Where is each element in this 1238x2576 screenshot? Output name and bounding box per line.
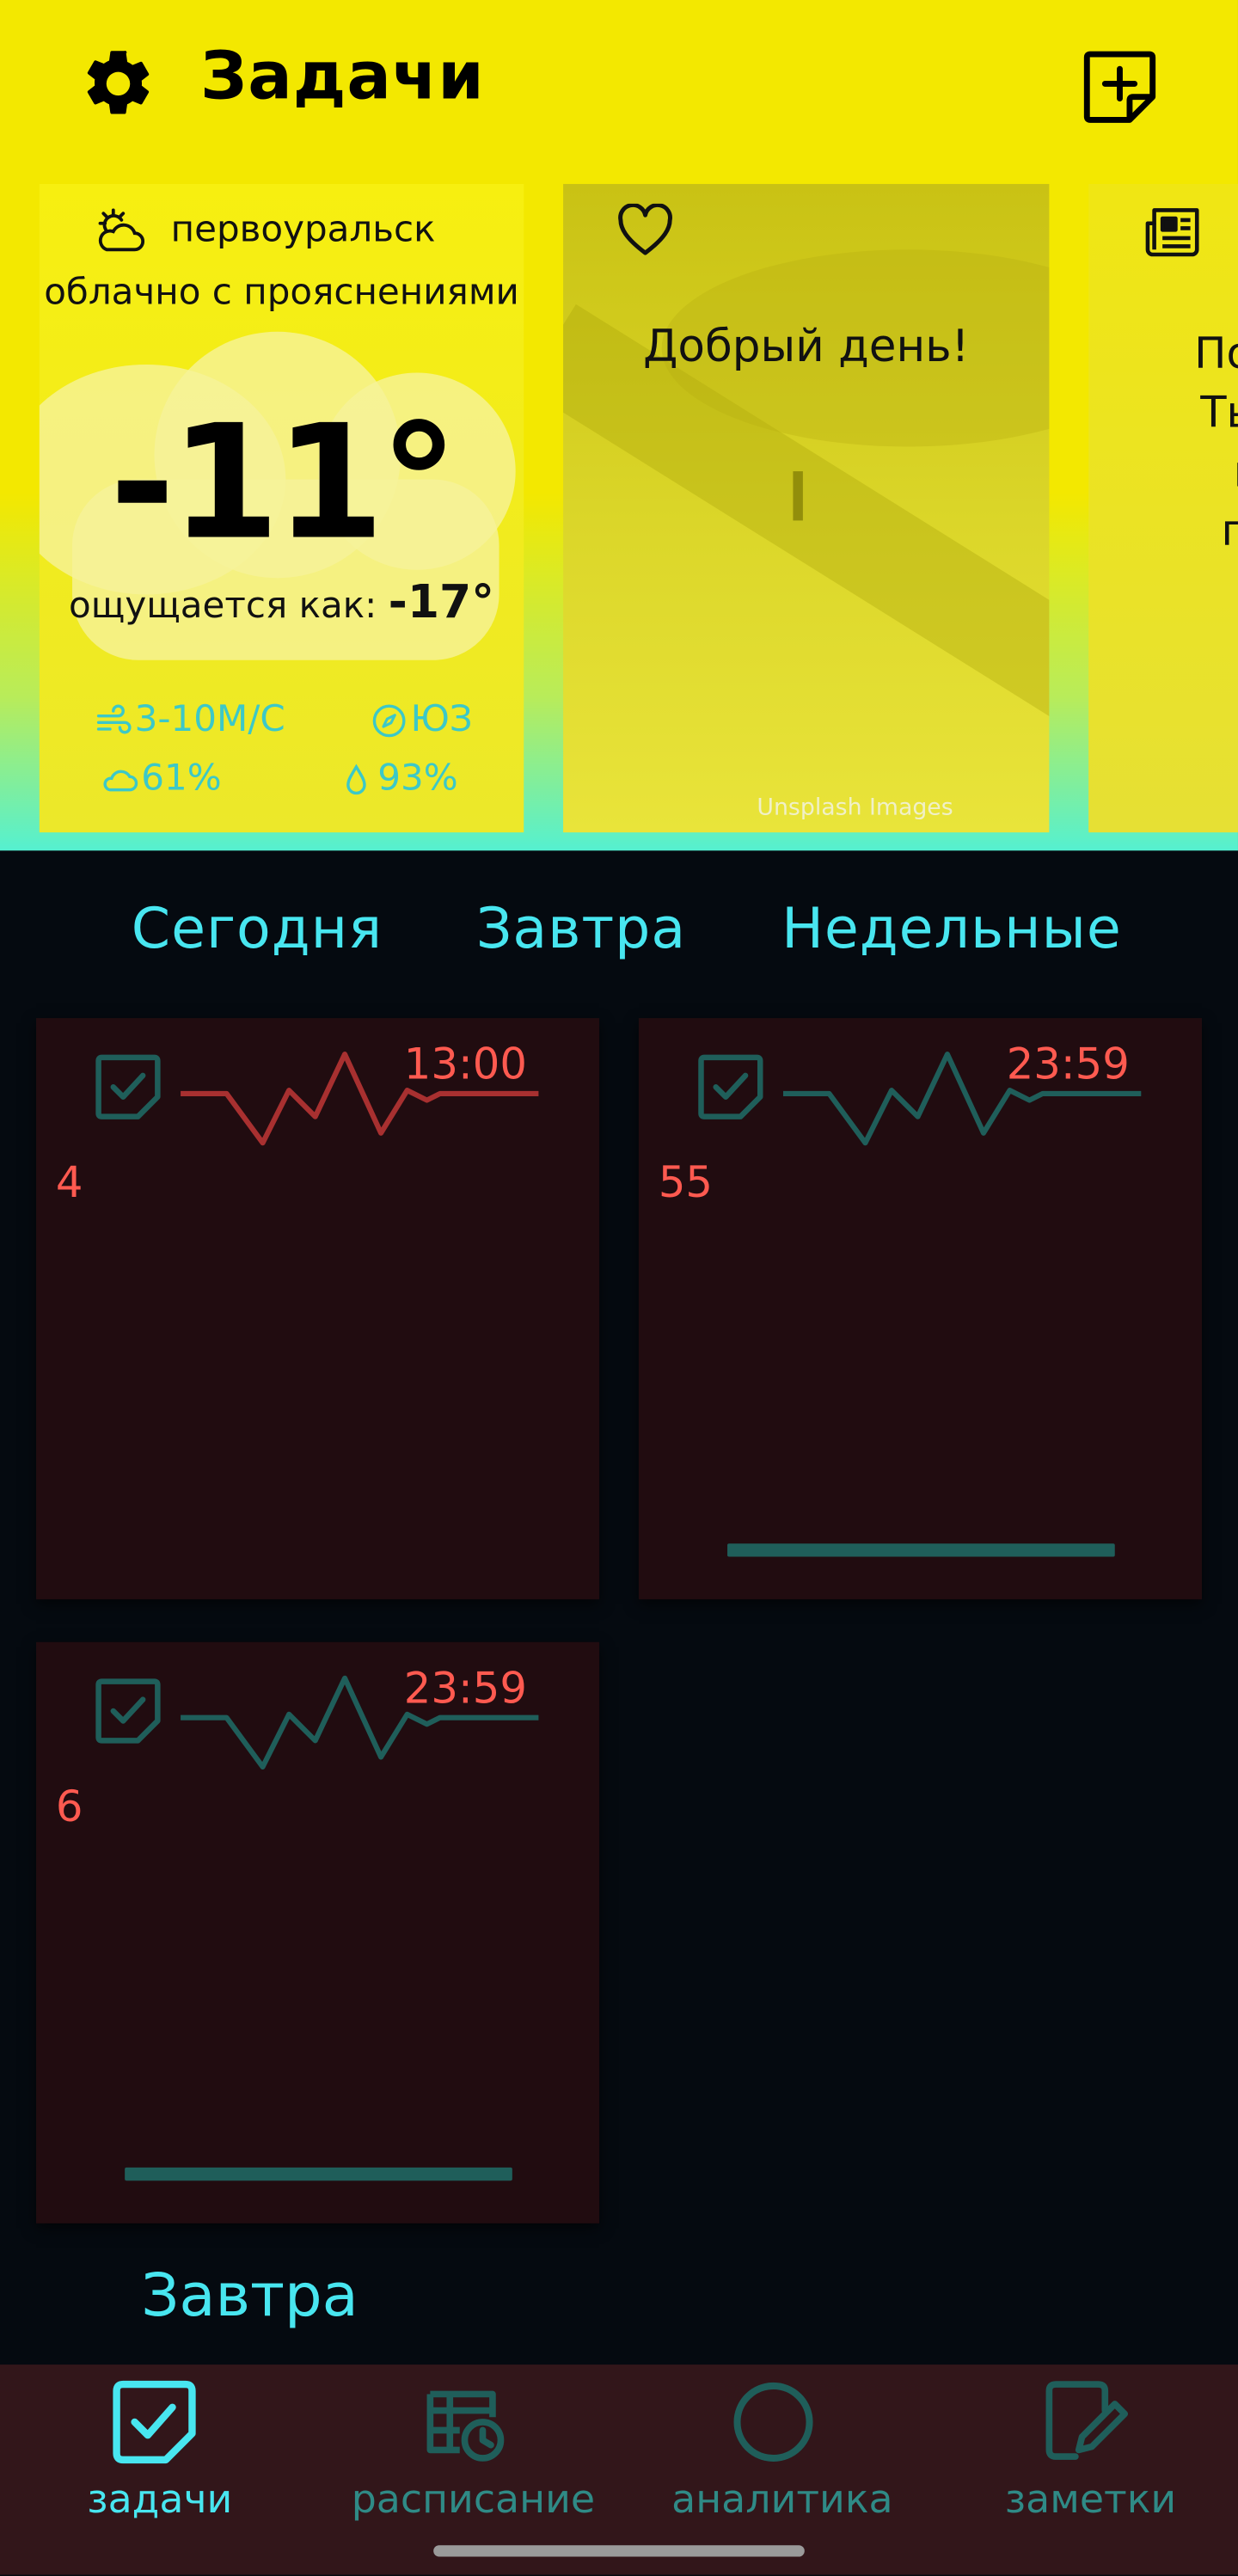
feels-like-value: -17° xyxy=(388,574,494,629)
top-bar: Задачи xyxy=(0,0,1238,164)
wind-direction-value: ЮЗ xyxy=(410,699,473,741)
app-screen: Задачи первоуральск облачно с прояснения… xyxy=(0,0,1238,2575)
header-area: Задачи первоуральск облачно с прояснения… xyxy=(0,0,1238,851)
task-check-icon[interactable] xyxy=(92,1675,164,1747)
nav-label: заметки xyxy=(1004,2475,1177,2523)
wind-icon xyxy=(96,703,132,733)
cloudiness-value: 61% xyxy=(141,758,222,800)
news-text: Позда Ты те мо при xyxy=(1099,325,1238,561)
cloudiness: 61% xyxy=(101,758,222,800)
nav-label: задачи xyxy=(87,2475,233,2523)
greeting-text: Добрый день! xyxy=(643,322,970,373)
heart-icon[interactable] xyxy=(616,203,675,260)
task-count: 4 xyxy=(55,1159,83,1209)
weather-feels-like: ощущается как: -17° xyxy=(40,574,524,629)
task-count: 6 xyxy=(55,1783,83,1833)
task-deadline: 23:59 xyxy=(403,1665,527,1714)
news-line: Позда xyxy=(1194,329,1238,380)
wind-speed-value: 3-10М/С xyxy=(134,699,285,741)
partly-cloudy-icon xyxy=(98,208,145,252)
nav-notes[interactable]: заметки xyxy=(926,2364,1238,2574)
schedule-icon xyxy=(426,2390,505,2462)
drop-icon xyxy=(346,763,366,794)
task-card[interactable]: 13:00 4 xyxy=(36,1018,600,1600)
nav-tasks[interactable]: задачи xyxy=(0,2364,309,2574)
photo-credit: Unsplash Images xyxy=(757,794,953,821)
news-line: при xyxy=(1099,502,1238,561)
greeting-photo-card[interactable]: Добрый день! Unsplash Images xyxy=(563,183,1050,833)
tab-weekly[interactable]: Недельные xyxy=(781,897,1122,962)
newspaper-icon xyxy=(1145,208,1199,257)
gear-icon[interactable] xyxy=(79,45,158,124)
task-deadline: 13:00 xyxy=(403,1040,527,1091)
info-carousel[interactable]: первоуральск облачно с прояснениями -11°… xyxy=(0,183,1238,833)
weather-temperature: -11° xyxy=(109,390,459,575)
note-edit-icon xyxy=(1045,2381,1129,2460)
bottom-navigation: задачи расписание аналитика заметки xyxy=(0,2364,1238,2575)
nav-analytics[interactable]: аналитика xyxy=(621,2364,926,2574)
page-title: Задачи xyxy=(199,39,485,115)
weather-city: первоуральск xyxy=(170,210,436,252)
task-check-icon[interactable] xyxy=(92,1051,164,1123)
task-card[interactable]: 23:59 6 xyxy=(36,1641,600,2223)
news-line: мо xyxy=(1099,444,1238,503)
home-indicator[interactable] xyxy=(433,2545,805,2557)
task-check-icon xyxy=(113,2380,196,2464)
weather-card[interactable]: первоуральск облачно с прояснениями -11°… xyxy=(39,183,524,833)
humidity: 93% xyxy=(338,758,458,800)
task-check-icon[interactable] xyxy=(695,1051,767,1123)
section-header-tomorrow: Завтра xyxy=(141,2262,359,2331)
wind-speed: 3-10М/С xyxy=(95,699,285,741)
weather-description: облачно с прояснениями xyxy=(44,273,519,314)
tab-tomorrow[interactable]: Завтра xyxy=(476,897,686,962)
feels-like-label: ощущается как: xyxy=(69,586,377,628)
news-card[interactable]: Позда Ты те мо при xyxy=(1088,183,1238,833)
cloud-icon xyxy=(103,769,138,791)
task-progress-bar xyxy=(125,2167,512,2181)
add-note-icon[interactable] xyxy=(1077,45,1162,130)
tab-bar: Сегодня Завтра Недельные xyxy=(0,886,1238,978)
compass-icon xyxy=(372,703,406,737)
task-card[interactable]: 23:59 55 xyxy=(638,1018,1202,1600)
wind-direction: ЮЗ xyxy=(371,699,473,741)
tab-today[interactable]: Сегодня xyxy=(132,897,383,962)
task-progress-bar xyxy=(727,1543,1115,1557)
nav-schedule[interactable]: расписание xyxy=(309,2364,621,2574)
humidity-value: 93% xyxy=(377,758,458,800)
nav-label: аналитика xyxy=(671,2475,893,2523)
task-count: 55 xyxy=(658,1159,714,1209)
news-line: Ты те xyxy=(1200,389,1238,439)
task-deadline: 23:59 xyxy=(1006,1040,1130,1091)
nav-label: расписание xyxy=(351,2475,596,2523)
circle-icon xyxy=(733,2382,813,2462)
